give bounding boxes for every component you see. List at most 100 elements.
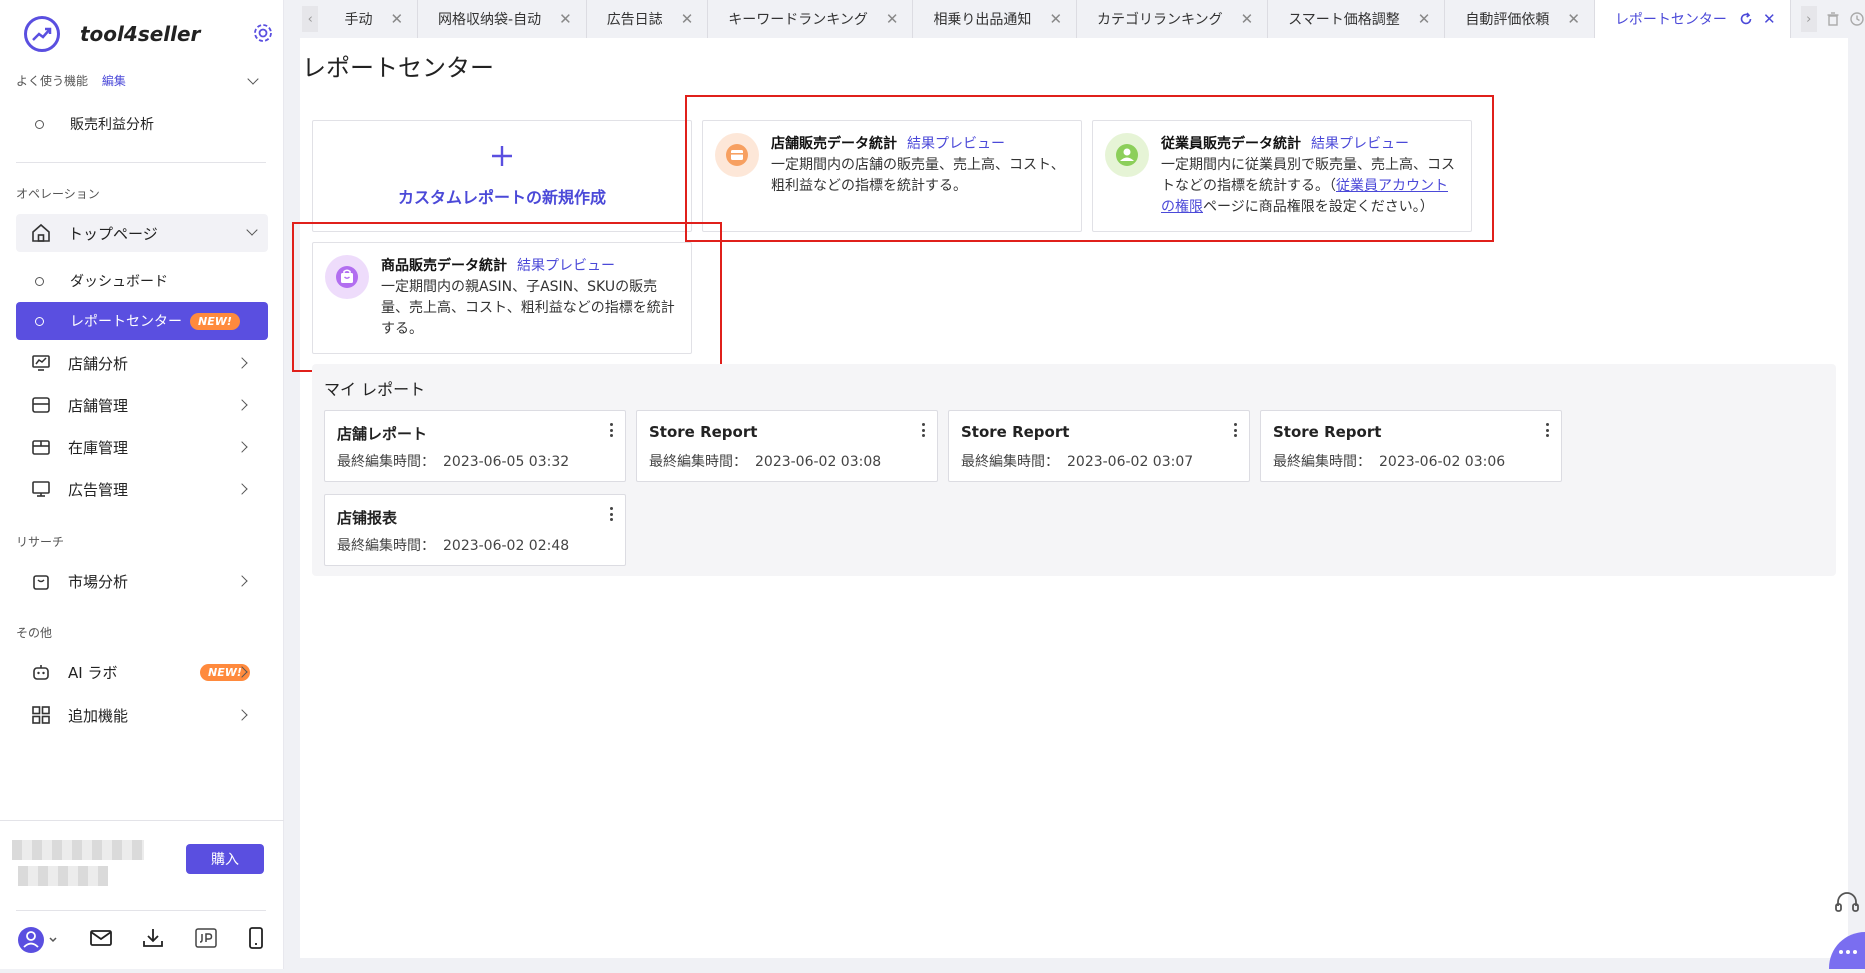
operation-label: オペレーション: [16, 187, 100, 201]
logo[interactable]: tool4seller: [24, 14, 274, 54]
tab-ad-log[interactable]: 広告日誌 ✕: [586, 0, 709, 38]
report-card[interactable]: 店舗レポート 最終編集時間： 2023-06-05 03:32: [324, 410, 626, 482]
edit-time-value: 2023-06-05 03:32: [443, 454, 570, 470]
tab-label: 相乗り出品通知: [933, 12, 1032, 28]
sidebar-item-store-analysis[interactable]: 店舗分析: [16, 344, 268, 382]
chevron-right-icon: [236, 709, 248, 721]
mobile-icon[interactable]: [246, 926, 266, 954]
report-card[interactable]: Store Report 最終編集時間： 2023-06-02 03:08: [636, 410, 938, 482]
tab-scroll-right-icon[interactable]: ›: [1800, 6, 1817, 32]
sidebar-item-dashboard[interactable]: ダッシュボード: [16, 262, 268, 300]
sidebar-item-label: 在庫管理: [68, 438, 129, 457]
sidebar-item-label: トップページ: [68, 224, 158, 243]
tab-mesh-bag-auto[interactable]: 网格収纳袋-自动 ✕: [418, 0, 587, 38]
close-icon[interactable]: ✕: [1763, 10, 1776, 28]
chevron-down-icon[interactable]: [247, 73, 259, 85]
apps-grid-icon: [30, 704, 52, 726]
more-options-icon[interactable]: [1545, 423, 1549, 437]
tab-auto-review-request[interactable]: 自動評価依頼 ✕: [1445, 0, 1595, 38]
sidebar-item-report-center[interactable]: レポートセンター NEW!: [16, 302, 268, 340]
divider: [16, 910, 266, 911]
history-clock-icon[interactable]: [1849, 11, 1865, 27]
store-icon: [30, 394, 52, 416]
tab-label: 手动: [344, 12, 373, 28]
my-reports-title: マイ レポート: [324, 380, 426, 399]
close-icon[interactable]: ✕: [681, 10, 694, 28]
bullet-icon: [35, 276, 44, 286]
report-edit-time: 最終編集時間： 2023-06-02 02:48: [337, 535, 569, 555]
trash-icon[interactable]: [1825, 11, 1841, 27]
sidebar-item-ads[interactable]: 広告管理: [16, 470, 268, 508]
main-content: レポートセンター カスタムレポートの新規作成 店舗販売データ統計 結果プレビュー …: [292, 38, 1848, 958]
sidebar-item-label: 広告管理: [68, 480, 129, 499]
bullet-icon: [35, 316, 44, 326]
more-options-icon[interactable]: [921, 423, 925, 437]
tab-category-ranking[interactable]: カテゴリランキング ✕: [1077, 0, 1269, 38]
chat-more-icon[interactable]: [1829, 932, 1865, 969]
tab-hijacker-alert[interactable]: 相乗り出品通知 ✕: [913, 0, 1078, 38]
more-options-icon[interactable]: [609, 423, 613, 437]
report-name: Store Report: [961, 423, 1070, 441]
box-icon: [30, 436, 52, 458]
page-title: レポートセンター: [302, 54, 494, 82]
close-icon[interactable]: ✕: [1418, 10, 1431, 28]
close-icon[interactable]: ✕: [559, 10, 572, 28]
close-icon[interactable]: ✕: [390, 10, 403, 28]
gear-icon[interactable]: [252, 22, 274, 48]
edit-time-label: 最終編集時間：: [649, 454, 747, 470]
divider: [0, 820, 284, 821]
more-options-icon[interactable]: [1233, 423, 1237, 437]
tab-manual[interactable]: 手动 ✕: [324, 0, 419, 38]
edit-time-label: 最終編集時間：: [337, 538, 435, 554]
customer-support-icon[interactable]: [1829, 886, 1865, 922]
new-badge: NEW!: [190, 312, 240, 330]
sidebar-item-inventory[interactable]: 在庫管理: [16, 428, 268, 466]
create-custom-report-card[interactable]: カスタムレポートの新規作成: [312, 120, 692, 232]
divider: [16, 162, 266, 163]
sidebar-item-ai-lab[interactable]: AI ラボ NEW!: [16, 653, 268, 691]
mail-icon[interactable]: [89, 928, 113, 952]
sidebar-item-label: AI ラボ: [68, 663, 118, 682]
sidebar-item-top-page[interactable]: トップページ: [16, 214, 268, 252]
tab-label: カテゴリランキング: [1097, 12, 1223, 28]
close-icon[interactable]: ✕: [1241, 10, 1254, 28]
report-edit-time: 最終編集時間： 2023-06-02 03:07: [961, 451, 1193, 471]
chevron-right-icon: [236, 575, 248, 587]
sidebar-item-store-management[interactable]: 店舗管理: [16, 386, 268, 424]
report-card[interactable]: Store Report 最終編集時間： 2023-06-02 03:06: [1260, 410, 1562, 482]
report-name: 店铺报表: [337, 509, 398, 527]
monitor-icon: [30, 478, 52, 500]
tab-report-center[interactable]: レポートセンター ✕: [1594, 0, 1791, 38]
other-label: その他: [16, 626, 53, 640]
chevron-right-icon: [236, 399, 248, 411]
tab-smart-repricing[interactable]: スマート価格調整 ✕: [1268, 0, 1446, 38]
close-icon[interactable]: ✕: [1567, 10, 1580, 28]
tab-label: 自動評価依頼: [1465, 12, 1550, 28]
edit-time-label: 最終編集時間：: [337, 454, 435, 470]
more-options-icon[interactable]: [609, 507, 613, 521]
favorites-edit-link[interactable]: 編集: [102, 74, 126, 88]
user-avatar-icon[interactable]: [16, 925, 60, 955]
refresh-icon[interactable]: [1739, 12, 1753, 26]
buy-button[interactable]: 購入: [186, 844, 264, 874]
sidebar-item-add-ons[interactable]: 追加機能: [16, 696, 268, 734]
sidebar-item-label: 追加機能: [68, 706, 129, 725]
favorite-item-profit-analysis[interactable]: 販売利益分析: [16, 105, 268, 143]
tab-label: レポートセンター: [1614, 12, 1727, 28]
edit-time-value: 2023-06-02 03:06: [1379, 454, 1506, 470]
edit-time-value: 2023-06-02 03:07: [1067, 454, 1194, 470]
edit-time-value: 2023-06-02 03:08: [755, 454, 882, 470]
report-card[interactable]: Store Report 最終編集時間： 2023-06-02 03:07: [948, 410, 1250, 482]
download-icon[interactable]: [141, 926, 165, 954]
report-name: Store Report: [1273, 423, 1382, 441]
close-icon[interactable]: ✕: [886, 10, 899, 28]
favorites-label: よく使う機能: [16, 74, 89, 88]
tab-label: スマート価格調整: [1288, 12, 1400, 28]
report-card[interactable]: 店铺报表 最終編集時間： 2023-06-02 02:48: [324, 494, 626, 566]
tab-scroll-left-icon[interactable]: ‹: [302, 6, 319, 32]
blurred-account-name: [12, 840, 144, 860]
sidebar-item-market-analysis[interactable]: 市場分析: [16, 562, 268, 600]
jp-region-icon[interactable]: [194, 927, 218, 953]
tab-keyword-ranking[interactable]: キーワードランキング ✕: [708, 0, 914, 38]
close-icon[interactable]: ✕: [1049, 10, 1062, 28]
